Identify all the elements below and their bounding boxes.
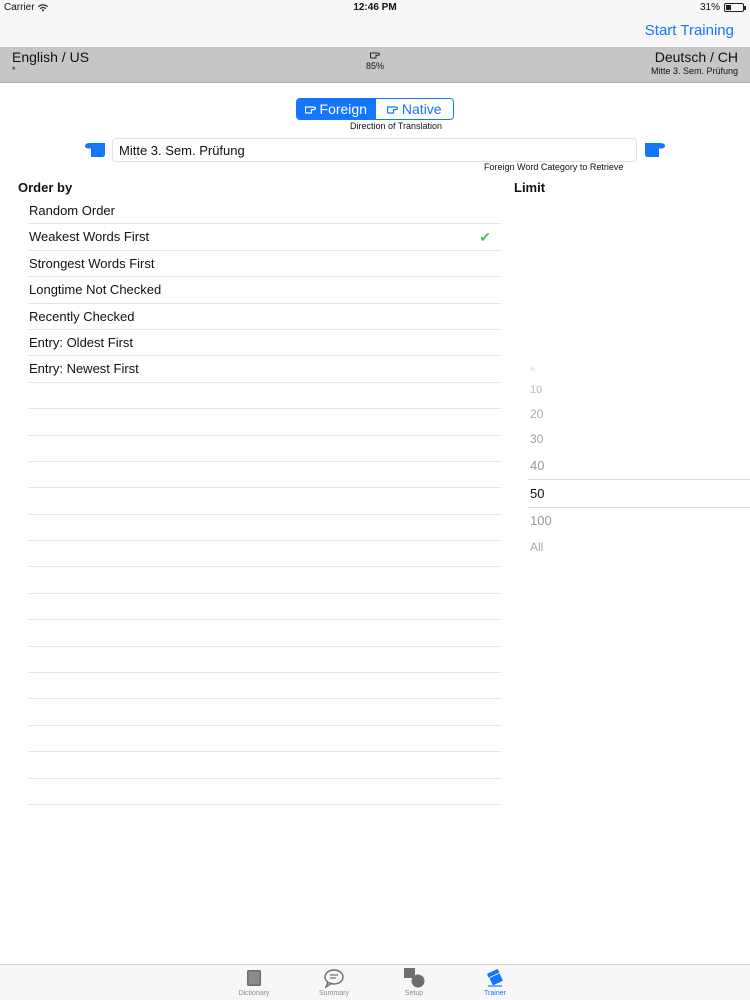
empty-row [28, 594, 501, 621]
order-option-label: Random Order [29, 203, 115, 218]
order-by-heading: Order by [18, 180, 73, 195]
order-option-newest[interactable]: Entry: Newest First [28, 356, 501, 383]
empty-row [28, 752, 501, 779]
speech-bubble-icon [324, 969, 344, 988]
empty-row [28, 647, 501, 674]
language-bar: English / US * 85% Deutsch / CH Mitte 3.… [0, 47, 750, 83]
shapes-icon [404, 968, 425, 988]
tab-label: Summary [319, 990, 349, 997]
order-option-oldest[interactable]: Entry: Oldest First [28, 330, 501, 357]
foreign-language-name: Deutsch / CH [654, 49, 738, 65]
pointing-hand-icon [370, 52, 381, 59]
picker-selection-line-bottom [528, 507, 750, 508]
direction-native-label: Native [401, 101, 442, 117]
tab-bar: Dictionary Summary Setup Trainer [0, 964, 750, 1000]
empty-row [28, 409, 501, 436]
order-option-label: Longtime Not Checked [29, 282, 162, 298]
empty-row [28, 488, 501, 515]
order-list: Random Order Weakest Words First ✔ Strong… [28, 198, 501, 805]
order-option-label: Entry: Newest First [29, 361, 139, 377]
limit-option[interactable]: All [530, 540, 543, 554]
book-icon [247, 970, 261, 986]
empty-row [28, 726, 501, 753]
navigation-bar: Start Training [0, 15, 750, 47]
status-bar: Carrier 12:46 PM 31% [0, 0, 750, 15]
limit-option-selected[interactable]: 50 [530, 486, 544, 501]
empty-row [28, 567, 501, 594]
checkmark-icon: ✔ [479, 229, 491, 246]
order-option-label: Recently Checked [29, 308, 135, 324]
limit-option[interactable]: 30 [530, 432, 543, 446]
order-option-label: Weakest Words First [29, 229, 150, 245]
limit-picker[interactable]: 5 10 20 30 40 50 100 All [528, 360, 750, 560]
direction-foreign-label: Foreign [319, 101, 367, 117]
direction-segmented-control: Foreign Native [296, 98, 454, 120]
empty-row [28, 673, 501, 700]
tab-summary[interactable]: Summary [309, 966, 359, 997]
battery-fill [726, 5, 731, 10]
tab-setup[interactable]: Setup [389, 966, 439, 997]
direction-native-segment[interactable]: Native [374, 99, 453, 119]
status-right: 31% [699, 2, 746, 13]
cards-icon [487, 969, 504, 987]
progress-indicator: 85% [0, 51, 750, 71]
battery-icon [724, 3, 746, 12]
order-option-recent[interactable]: Recently Checked [28, 304, 501, 330]
empty-row [28, 779, 501, 805]
status-time: 12:46 PM [353, 2, 397, 13]
tab-trainer[interactable]: Trainer [470, 966, 520, 997]
limit-option[interactable]: 10 [530, 384, 542, 396]
pointing-hand-icon [386, 105, 398, 114]
foreign-language-category: Mitte 3. Sem. Prüfung [650, 66, 738, 76]
tab-label: Setup [404, 990, 424, 997]
limit-option[interactable]: 100 [530, 513, 552, 528]
pointing-hand-icon [304, 105, 316, 114]
limit-heading: Limit [514, 180, 546, 195]
empty-row [28, 620, 501, 647]
empty-row [28, 462, 501, 489]
start-training-button[interactable]: Start Training [645, 22, 734, 39]
tab-dictionary[interactable]: Dictionary [229, 966, 279, 997]
order-option-strongest[interactable]: Strongest Words First [28, 251, 501, 278]
picker-selection-line-top [528, 479, 750, 480]
limit-option[interactable]: 20 [530, 407, 543, 421]
category-label: Foreign Word Category to Retrieve [484, 162, 624, 172]
direction-foreign-segment[interactable]: Foreign [297, 99, 375, 119]
category-field[interactable]: Mitte 3. Sem. Prüfung [112, 138, 637, 162]
empty-row [28, 699, 501, 726]
next-category-icon[interactable] [644, 140, 666, 160]
empty-row [28, 383, 501, 410]
order-option-label: Strongest Words First [29, 255, 155, 271]
battery-percent: 31% [699, 2, 720, 13]
limit-option[interactable]: 5 [530, 366, 535, 373]
empty-row [28, 541, 501, 568]
previous-category-icon[interactable] [84, 140, 106, 160]
limit-option[interactable]: 40 [530, 458, 544, 473]
tab-label: Dictionary [238, 990, 270, 997]
progress-percent: 85% [365, 61, 384, 71]
order-option-longtime[interactable]: Longtime Not Checked [28, 277, 501, 304]
empty-row [28, 436, 501, 462]
empty-row [28, 515, 501, 542]
order-option-weakest[interactable]: Weakest Words First ✔ [28, 224, 501, 251]
order-option-random[interactable]: Random Order [28, 198, 501, 225]
foreign-language[interactable]: Deutsch / CH Mitte 3. Sem. Prüfung [651, 49, 738, 77]
direction-label: Direction of Translation [350, 121, 443, 131]
tab-label: Trainer [484, 990, 506, 997]
order-option-label: Entry: Oldest First [29, 334, 134, 350]
